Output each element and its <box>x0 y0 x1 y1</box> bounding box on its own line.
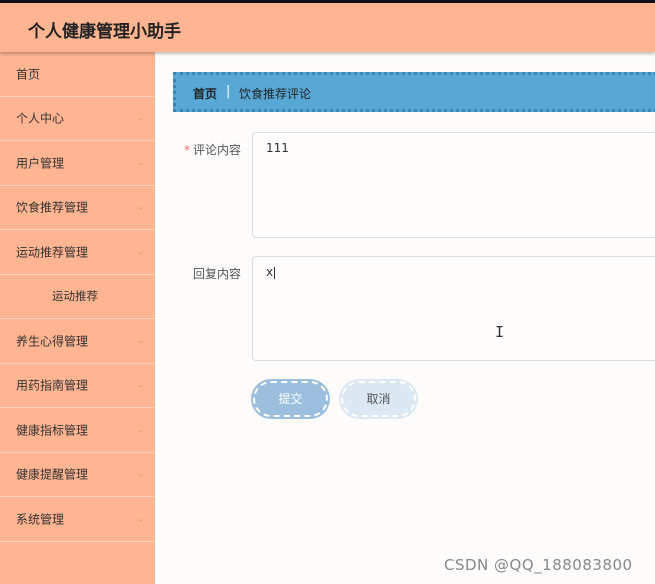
reply-value: x <box>266 265 274 279</box>
sidebar-item-label: 用药指南管理 <box>16 378 89 393</box>
sidebar-item-label: 系统管理 <box>16 512 65 527</box>
chevron-down-icon: ⌄ <box>136 246 145 258</box>
sidebar-subitem-exercise[interactable]: 运动推荐 <box>0 275 155 319</box>
comment-textarea[interactable]: 111 <box>252 132 655 238</box>
top-header: 个人健康管理小助手 <box>0 0 655 52</box>
app-title: 个人健康管理小助手 <box>28 22 181 42</box>
sidebar: 首页 个人中心 ⌄ 用户管理 ⌄ 饮食推荐管理 ⌄ 运动推荐管理 ⌄ 运动推荐 … <box>0 52 155 584</box>
sidebar-item-personal-center[interactable]: 个人中心 ⌄ <box>0 97 155 141</box>
sidebar-item-label: 个人中心 <box>16 111 65 126</box>
sidebar-item-health-reminders[interactable]: 健康提醒管理 ⌄ <box>0 453 155 497</box>
breadcrumb-separator: | <box>226 84 231 99</box>
cancel-button[interactable]: 取消 <box>341 381 416 417</box>
sidebar-item-user-management[interactable]: 用户管理 ⌄ <box>0 141 155 186</box>
text-cursor <box>274 266 276 279</box>
sidebar-item-label: 首页 <box>16 67 41 82</box>
breadcrumb-home[interactable]: 首页 <box>193 85 217 102</box>
main-content: 首页 | 饮食推荐评论 * 评论内容 111 回复内容 x 提交 取消 I <box>155 52 655 584</box>
ibeam-cursor-icon: I <box>495 323 505 341</box>
chevron-down-icon: ⌄ <box>136 112 145 124</box>
sidebar-item-label: 健康指标管理 <box>16 423 89 438</box>
sidebar-item-label: 饮食推荐管理 <box>16 200 89 215</box>
sidebar-item-label: 健康提醒管理 <box>16 467 89 482</box>
reply-label: 回复内容 <box>193 267 242 281</box>
chevron-down-icon: ⌄ <box>136 513 145 525</box>
reply-textarea[interactable]: x <box>252 256 655 361</box>
sidebar-item-health-indicators[interactable]: 健康指标管理 ⌄ <box>0 408 155 453</box>
sidebar-item-system-management[interactable]: 系统管理 ⌄ <box>0 497 155 542</box>
sidebar-item-wellness-notes[interactable]: 养生心得管理 ⌄ <box>0 319 155 364</box>
watermark: CSDN @QQ_188083800 <box>444 556 633 574</box>
chevron-down-icon: ⌄ <box>136 335 145 347</box>
chevron-down-icon: ⌄ <box>136 424 145 436</box>
chevron-down-icon: ⌄ <box>136 201 145 213</box>
sidebar-item-label: 养生心得管理 <box>16 334 89 349</box>
sidebar-item-diet-recommendation[interactable]: 饮食推荐管理 ⌄ <box>0 186 155 230</box>
sidebar-item-label: 用户管理 <box>16 156 65 171</box>
sidebar-item-medication-guide[interactable]: 用药指南管理 ⌄ <box>0 364 155 408</box>
sidebar-item-exercise-recommendation[interactable]: 运动推荐管理 ⌄ <box>0 230 155 275</box>
comment-label: * 评论内容 <box>184 141 241 158</box>
sidebar-item-home[interactable]: 首页 <box>0 52 155 97</box>
breadcrumb: 首页 | 饮食推荐评论 <box>173 72 655 112</box>
breadcrumb-current: 饮食推荐评论 <box>239 87 312 101</box>
comment-value: 111 <box>266 141 289 155</box>
sidebar-item-label: 运动推荐管理 <box>16 245 89 260</box>
chevron-down-icon: ⌄ <box>136 157 145 169</box>
chevron-down-icon: ⌄ <box>136 468 145 480</box>
required-mark: * <box>184 143 190 157</box>
chevron-down-icon: ⌄ <box>136 379 145 391</box>
comment-label-text: 评论内容 <box>193 143 242 157</box>
submit-button[interactable]: 提交 <box>253 381 328 417</box>
sidebar-item-label: 运动推荐 <box>52 289 98 304</box>
